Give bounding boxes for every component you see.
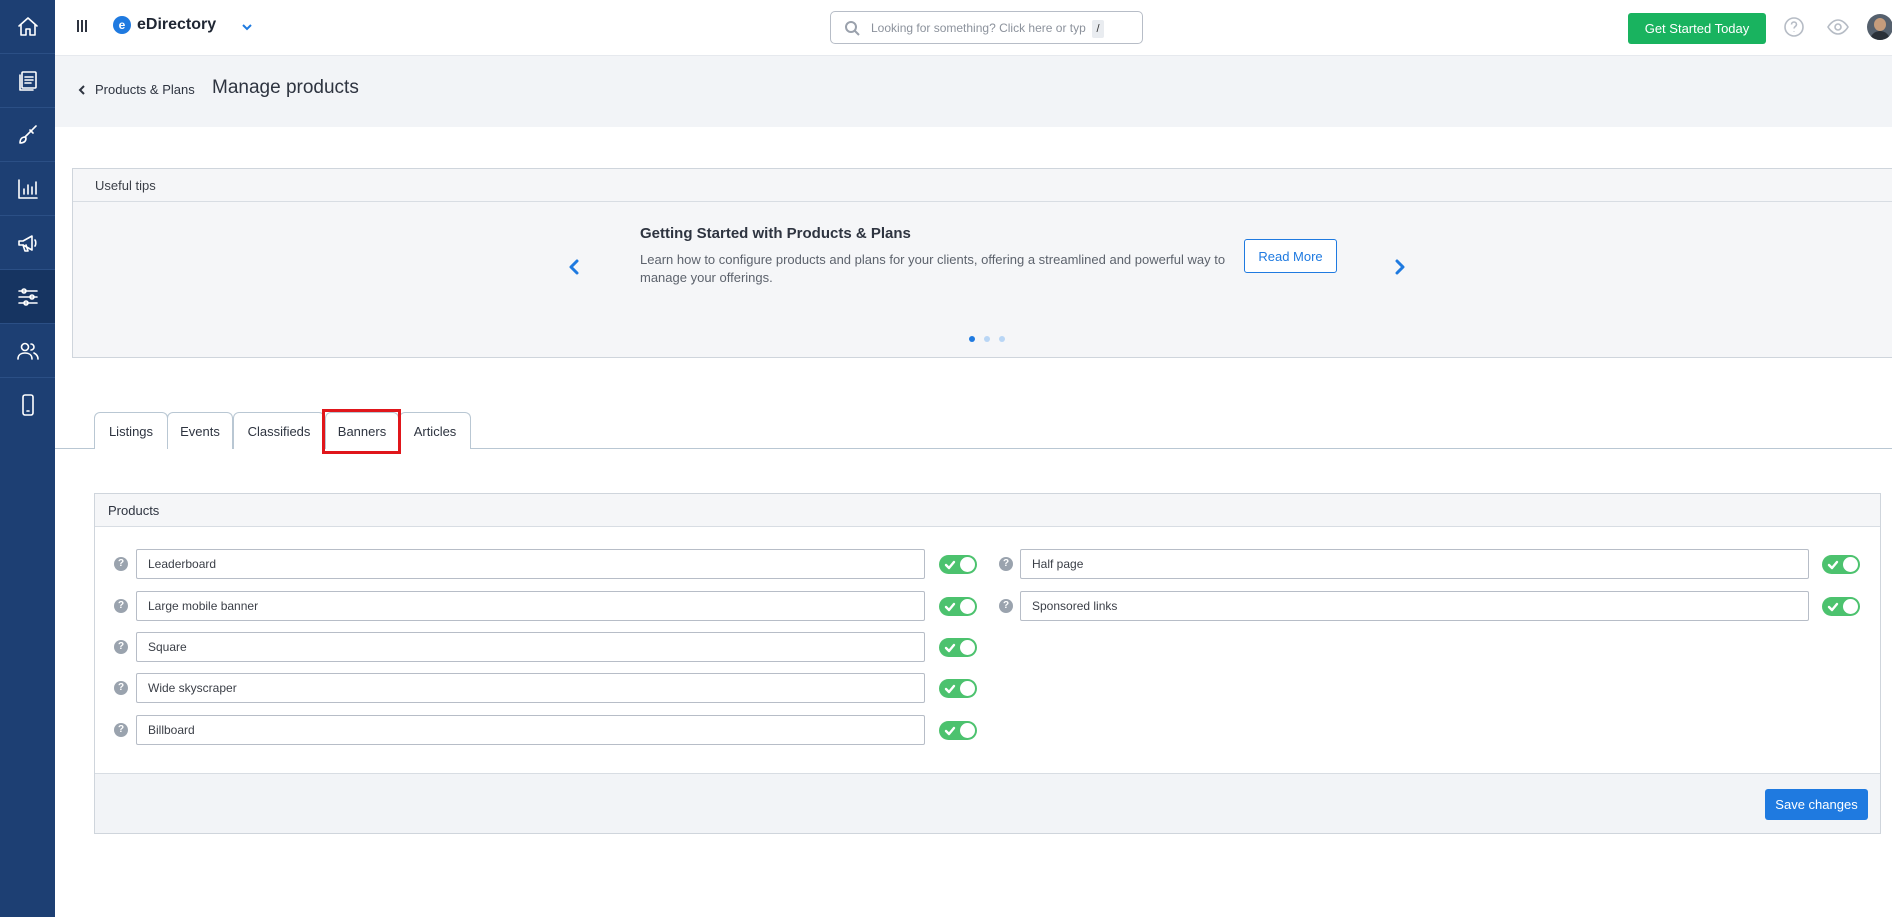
product-name-input[interactable] [1020, 591, 1809, 621]
read-more-button[interactable]: Read More [1244, 239, 1337, 273]
product-row: ? [95, 591, 977, 621]
check-icon [944, 724, 956, 736]
documents-icon [18, 70, 37, 91]
help-circle-icon[interactable]: ? [999, 599, 1013, 613]
tips-next-arrow-icon[interactable] [1391, 258, 1409, 276]
check-icon [944, 682, 956, 694]
sidebar-item-reports[interactable] [0, 162, 55, 215]
help-circle-icon[interactable]: ? [114, 557, 128, 571]
home-icon [17, 16, 38, 36]
help-circle-icon[interactable]: ? [114, 681, 128, 695]
product-row: ? [95, 632, 977, 662]
check-icon [1827, 600, 1839, 612]
sidebar-item-design[interactable] [0, 108, 55, 161]
check-icon [944, 600, 956, 612]
get-started-button[interactable]: Get Started Today [1628, 13, 1766, 44]
product-name-input[interactable] [136, 632, 925, 662]
bar-chart-icon [17, 178, 38, 199]
preview-eye-icon[interactable] [1827, 16, 1849, 38]
carousel-dot[interactable] [984, 336, 990, 342]
product-toggle[interactable] [939, 597, 977, 616]
product-row: ? [95, 673, 977, 703]
check-icon [944, 558, 956, 570]
check-icon [944, 641, 956, 653]
app: e eDirectory / Get Started Today Product… [0, 0, 1892, 917]
help-icon[interactable] [1783, 16, 1805, 38]
breadcrumb-back-link[interactable]: Products & Plans [77, 82, 195, 97]
sidebar-item-users[interactable] [0, 324, 55, 377]
carousel-dot[interactable] [969, 336, 975, 342]
megaphone-icon [17, 234, 37, 252]
help-circle-icon[interactable]: ? [114, 640, 128, 654]
brand-name: eDirectory [137, 16, 217, 33]
products-footer: Save changes [95, 773, 1880, 833]
search-shortcut-key: / [1092, 20, 1104, 38]
tab-banners[interactable]: Banners [325, 412, 399, 449]
page-title: Manage products [212, 77, 359, 98]
avatar[interactable] [1867, 14, 1892, 40]
sidebar-item-home[interactable] [0, 0, 55, 53]
product-toggle[interactable] [939, 555, 977, 574]
sliders-icon [17, 287, 38, 306]
search-icon [845, 21, 860, 36]
product-name-input[interactable] [136, 715, 925, 745]
search-box: / [830, 11, 1143, 44]
product-toggle[interactable] [1822, 555, 1860, 574]
product-toggle[interactable] [939, 679, 977, 698]
product-name-input[interactable] [136, 591, 925, 621]
help-circle-icon[interactable]: ? [114, 599, 128, 613]
product-name-input[interactable] [136, 549, 925, 579]
chevron-down-icon[interactable] [240, 20, 254, 34]
product-name-input[interactable] [136, 673, 925, 703]
mobile-icon [21, 393, 34, 416]
brand[interactable]: e eDirectory [113, 16, 216, 34]
help-circle-icon[interactable]: ? [999, 557, 1013, 571]
tab-articles[interactable]: Articles [399, 412, 471, 449]
check-icon [1827, 558, 1839, 570]
carousel-dots [969, 336, 1005, 342]
sidebar-item-promote[interactable] [0, 216, 55, 269]
chevron-left-icon [78, 84, 85, 95]
page-header: Products & Plans Manage products [55, 56, 1892, 127]
tips-prev-arrow-icon[interactable] [565, 258, 583, 276]
product-toggle[interactable] [939, 638, 977, 657]
brand-logo-icon: e [113, 16, 131, 34]
topbar: e eDirectory / Get Started Today [55, 0, 1892, 56]
sidebar-item-mobile[interactable] [0, 378, 55, 431]
breadcrumb-label: Products & Plans [95, 82, 195, 97]
tab-classifieds[interactable]: Classifieds [233, 412, 325, 449]
product-row: ? [95, 715, 977, 745]
tip-body: Learn how to configure products and plan… [640, 252, 1226, 285]
users-icon [16, 342, 39, 360]
tab-events[interactable]: Events [167, 412, 233, 449]
sidebar [0, 0, 55, 917]
tab-listings[interactable]: Listings [94, 412, 168, 449]
brush-icon [18, 124, 37, 144]
products-panel: Products ? ? ? ? ? ? [94, 493, 1881, 834]
product-row: ? [979, 591, 1879, 621]
tip-title: Getting Started with Products & Plans [640, 225, 911, 242]
sidebar-item-settings[interactable] [0, 270, 55, 323]
product-row: ? [95, 549, 977, 579]
carousel-dot[interactable] [999, 336, 1005, 342]
menu-toggle-icon[interactable] [77, 20, 89, 34]
products-heading: Products [95, 494, 1880, 527]
tips-heading: Useful tips [73, 169, 1892, 202]
product-name-input[interactable] [1020, 549, 1809, 579]
sidebar-item-content[interactable] [0, 54, 55, 107]
product-row: ? [979, 549, 1879, 579]
product-toggle[interactable] [1822, 597, 1860, 616]
help-circle-icon[interactable]: ? [114, 723, 128, 737]
save-changes-button[interactable]: Save changes [1765, 789, 1868, 820]
product-toggle[interactable] [939, 721, 977, 740]
search-input[interactable] [871, 18, 1086, 38]
useful-tips-panel: Useful tips Getting Started with Product… [72, 168, 1892, 358]
